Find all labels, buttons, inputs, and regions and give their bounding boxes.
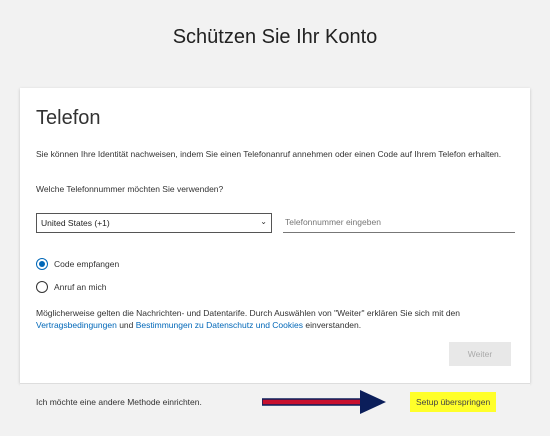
phone-setup-card (20, 88, 530, 383)
legal-text-1: Möglicherweise gelten die Nachrichten- u… (36, 308, 461, 318)
radio-call-me[interactable] (36, 281, 48, 293)
skip-setup-link[interactable]: Setup überspringen (410, 392, 497, 412)
legal-notice: Möglicherweise gelten die Nachrichten- u… (36, 307, 514, 331)
arrow-shaft (262, 398, 363, 406)
next-button[interactable]: Weiter (449, 342, 511, 366)
intro-text: Sie können Ihre Identität nachweisen, in… (36, 149, 502, 159)
page-title: Schützen Sie Ihr Konto (172, 26, 378, 48)
country-code-select[interactable]: United States (+1) ⌄ (36, 213, 272, 233)
phone-question: Welche Telefonnummer möchten Sie verwend… (36, 184, 224, 194)
option-call-me-label: Anruf an mich (54, 282, 107, 292)
terms-link[interactable]: Vertragsbedingungen (36, 320, 117, 330)
alternate-method-link[interactable]: Ich möchte eine andere Methode einrichte… (36, 397, 202, 407)
phone-number-input[interactable]: Telefonnummer eingeben (283, 213, 515, 233)
radio-code-receive[interactable] (36, 258, 48, 270)
privacy-cookies-link[interactable]: Bestimmungen zu Datenschutz und Cookies (136, 320, 303, 330)
arrow-right-icon (262, 390, 386, 414)
phone-number-placeholder: Telefonnummer eingeben (285, 217, 381, 227)
arrow-head (360, 390, 386, 414)
country-code-value: United States (+1) (41, 218, 110, 228)
chevron-down-icon: ⌄ (260, 217, 267, 226)
section-heading: Telefon (36, 107, 101, 129)
legal-text-2: und (116, 320, 136, 330)
legal-text-3: einverstanden. (303, 320, 362, 330)
option-code-receive-label: Code empfangen (54, 259, 120, 269)
